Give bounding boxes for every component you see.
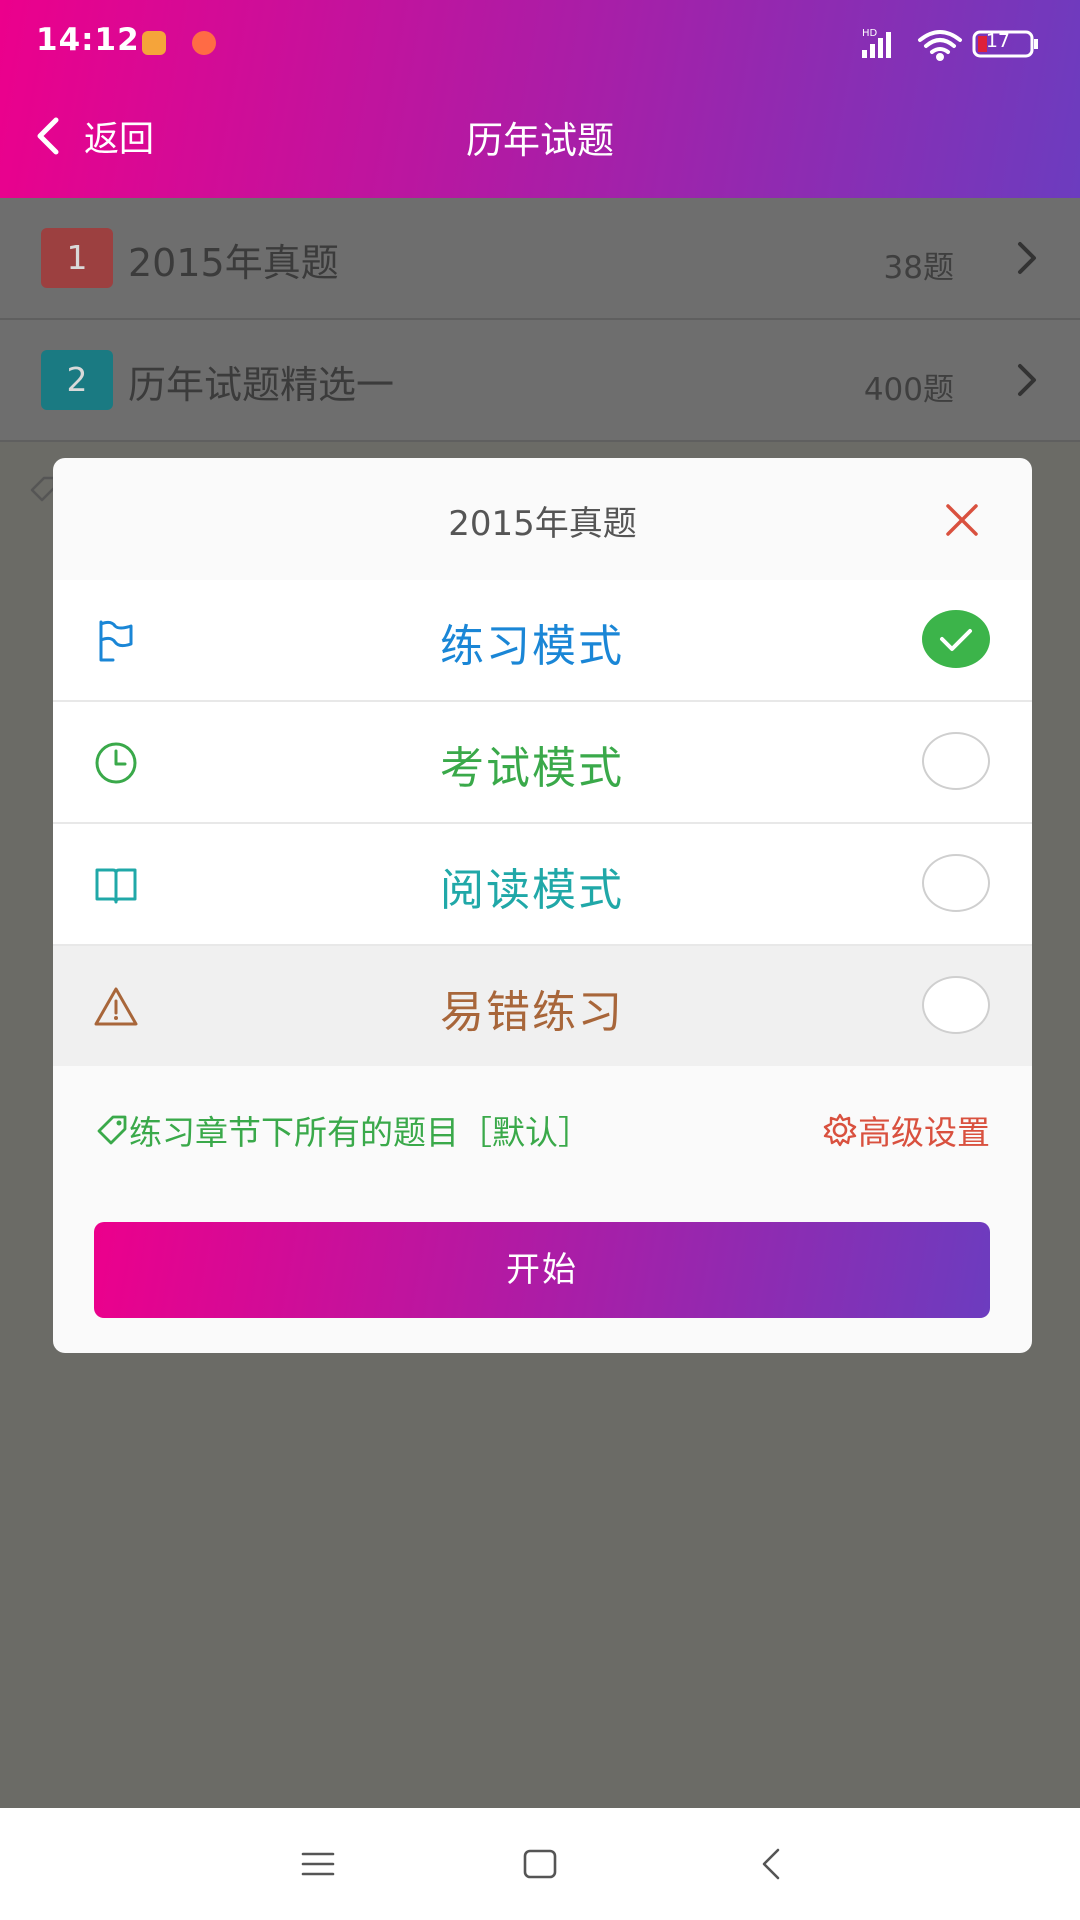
svg-text:HD: HD	[862, 28, 878, 39]
menu-icon[interactable]	[300, 1846, 336, 1882]
notification-app-icon	[192, 31, 216, 55]
check-icon	[940, 629, 972, 651]
mode-label: 易错练习	[440, 987, 624, 1038]
scope-hint[interactable]: 练习章节下所有的题目［默认］	[95, 1106, 591, 1154]
mode-option-practice[interactable]: 练习模式	[53, 580, 1032, 702]
list-item[interactable]: 1 2015年真题 38题	[0, 198, 1080, 320]
screen: 14:12 HD 17 返回 历年试题 1 2015年真题 38题 2 历年试题…	[0, 0, 1080, 1920]
mode-option-read[interactable]: 阅读模式	[53, 824, 1032, 946]
system-nav-bar	[0, 1808, 1080, 1920]
list-item-index: 2	[41, 350, 113, 410]
status-time: 14:12	[36, 22, 140, 58]
top-bar: 14:12 HD 17 返回 历年试题	[0, 0, 1080, 198]
radio-unchecked[interactable]	[922, 854, 990, 912]
radio-unchecked[interactable]	[922, 732, 990, 790]
mode-label: 考试模式	[440, 743, 624, 794]
back-icon[interactable]	[754, 1846, 790, 1882]
tag-icon	[97, 1115, 127, 1145]
home-icon[interactable]	[522, 1846, 558, 1882]
exam-list: 1 2015年真题 38题 2 历年试题精选一 400题	[0, 198, 1080, 442]
status-icons: HD	[862, 26, 1042, 62]
chevron-right-icon	[1018, 364, 1036, 396]
mode-label: 阅读模式	[440, 865, 624, 916]
signal-icon: HD	[862, 28, 891, 58]
list-item-title: 历年试题精选一	[128, 363, 395, 407]
mode-option-exam[interactable]: 考试模式	[53, 702, 1032, 824]
mode-label: 练习模式	[440, 621, 624, 672]
dialog-title: 2015年真题	[448, 504, 637, 544]
list-item-count: 400题	[863, 372, 954, 408]
chevron-right-icon	[1018, 242, 1036, 274]
battery-level: 17	[985, 30, 1010, 52]
radio-checked[interactable]	[922, 610, 990, 668]
notification-app-icon	[142, 31, 166, 55]
scope-hint-text: 练习章节下所有的题目［默认］	[129, 1113, 591, 1152]
gear-icon	[823, 1113, 857, 1147]
advanced-settings-link[interactable]: 高级设置	[822, 1106, 990, 1154]
list-item-title: 2015年真题	[128, 241, 339, 285]
radio-unchecked[interactable]	[922, 976, 990, 1034]
list-item[interactable]: 2 历年试题精选一 400题	[0, 320, 1080, 442]
mode-option-mistakes[interactable]: 易错练习	[53, 946, 1032, 1066]
close-icon[interactable]	[940, 498, 984, 542]
options-row: 练习章节下所有的题目［默认］ 高级设置	[95, 1106, 990, 1166]
wifi-icon	[918, 30, 962, 61]
mode-dialog: 2015年真题 练习模式 考试模式 阅读模式 易错练习 练习章节下所有的题目［默…	[53, 458, 1032, 1353]
list-item-index: 1	[41, 228, 113, 288]
list-item-count: 38题	[883, 250, 954, 286]
start-button[interactable]: 开始	[94, 1222, 990, 1318]
advanced-settings-text: 高级设置	[858, 1113, 990, 1152]
page-title: 历年试题	[466, 119, 614, 162]
